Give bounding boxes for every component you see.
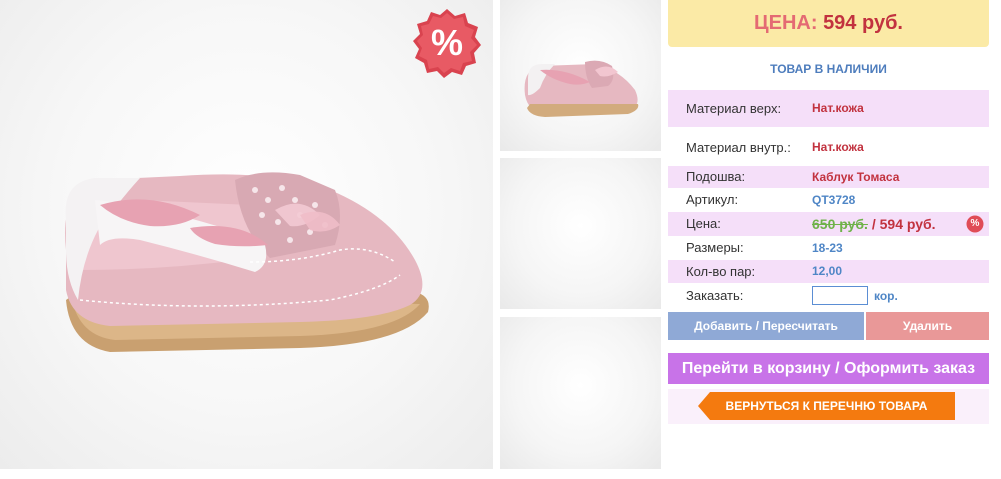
detail-row-material-inner: Материал внутр.: Нат.кожа <box>668 130 989 165</box>
order-quantity-input[interactable] <box>812 286 868 305</box>
detail-row-article: Артикул: QT3728 <box>668 189 989 211</box>
go-to-cart-button[interactable]: Перейти в корзину / Оформить заказ <box>668 353 989 384</box>
detail-label: Кол-во пар: <box>686 264 756 279</box>
sale-badge-icon: % <box>411 7 483 79</box>
detail-label: Размеры: <box>686 240 744 255</box>
new-price: / 594 руб. <box>867 216 936 232</box>
thumbnail-1[interactable] <box>500 0 661 151</box>
detail-value: Нат.кожа <box>812 101 864 115</box>
price-header-label: ЦЕНА: <box>754 12 818 34</box>
stock-status: ТОВАР В НАЛИЧИИ <box>770 62 887 76</box>
detail-row-price: Цена: 650 руб. / 594 руб. % <box>668 212 989 236</box>
back-to-list-button[interactable]: ВЕРНУТЬСЯ К ПЕРЕЧНЮ ТОВАРА <box>698 392 955 420</box>
old-price: 650 руб. <box>812 216 868 232</box>
detail-label: Артикул: <box>686 192 739 207</box>
detail-value: QT3728 <box>812 193 856 207</box>
shoe-thumbnail-image <box>524 60 639 117</box>
detail-value-price: 650 руб. / 594 руб. <box>812 212 936 237</box>
discount-icon-symbol: % <box>970 218 980 229</box>
detail-row-order: Заказать: кор. <box>668 284 989 308</box>
detail-row-sole: Подошва: Каблук Томаса <box>668 166 989 188</box>
thumbnail-2[interactable] <box>500 158 661 309</box>
detail-value: 18-23 <box>812 241 843 255</box>
detail-row-pairs: Кол-во пар: 12,00 <box>668 260 989 283</box>
detail-row-sizes: Размеры: 18-23 <box>668 237 989 259</box>
add-recalculate-button[interactable]: Добавить / Пересчитать <box>668 312 864 340</box>
back-button-container: ВЕРНУТЬСЯ К ПЕРЕЧНЮ ТОВАРА <box>668 389 989 424</box>
detail-value: Нат.кожа <box>812 140 864 154</box>
detail-value: 12,00 <box>812 264 843 278</box>
sale-badge-symbol: % <box>430 22 463 63</box>
detail-label: Материал внутр.: <box>686 140 791 155</box>
price-header-value: 594 руб. <box>823 12 903 34</box>
detail-value: Каблук Томаса <box>812 170 900 184</box>
detail-label: Цена: <box>686 216 721 231</box>
detail-label: Подошва: <box>686 169 746 184</box>
thumbnail-3[interactable] <box>500 317 661 469</box>
discount-icon: % <box>966 215 984 233</box>
order-unit: кор. <box>874 289 898 303</box>
price-header: ЦЕНА: 594 руб. <box>668 0 989 47</box>
detail-label: Материал верх: <box>686 101 782 116</box>
detail-row-material-top: Материал верх: Нат.кожа <box>668 90 989 127</box>
detail-label: Заказать: <box>686 288 744 303</box>
delete-button[interactable]: Удалить <box>866 312 989 340</box>
